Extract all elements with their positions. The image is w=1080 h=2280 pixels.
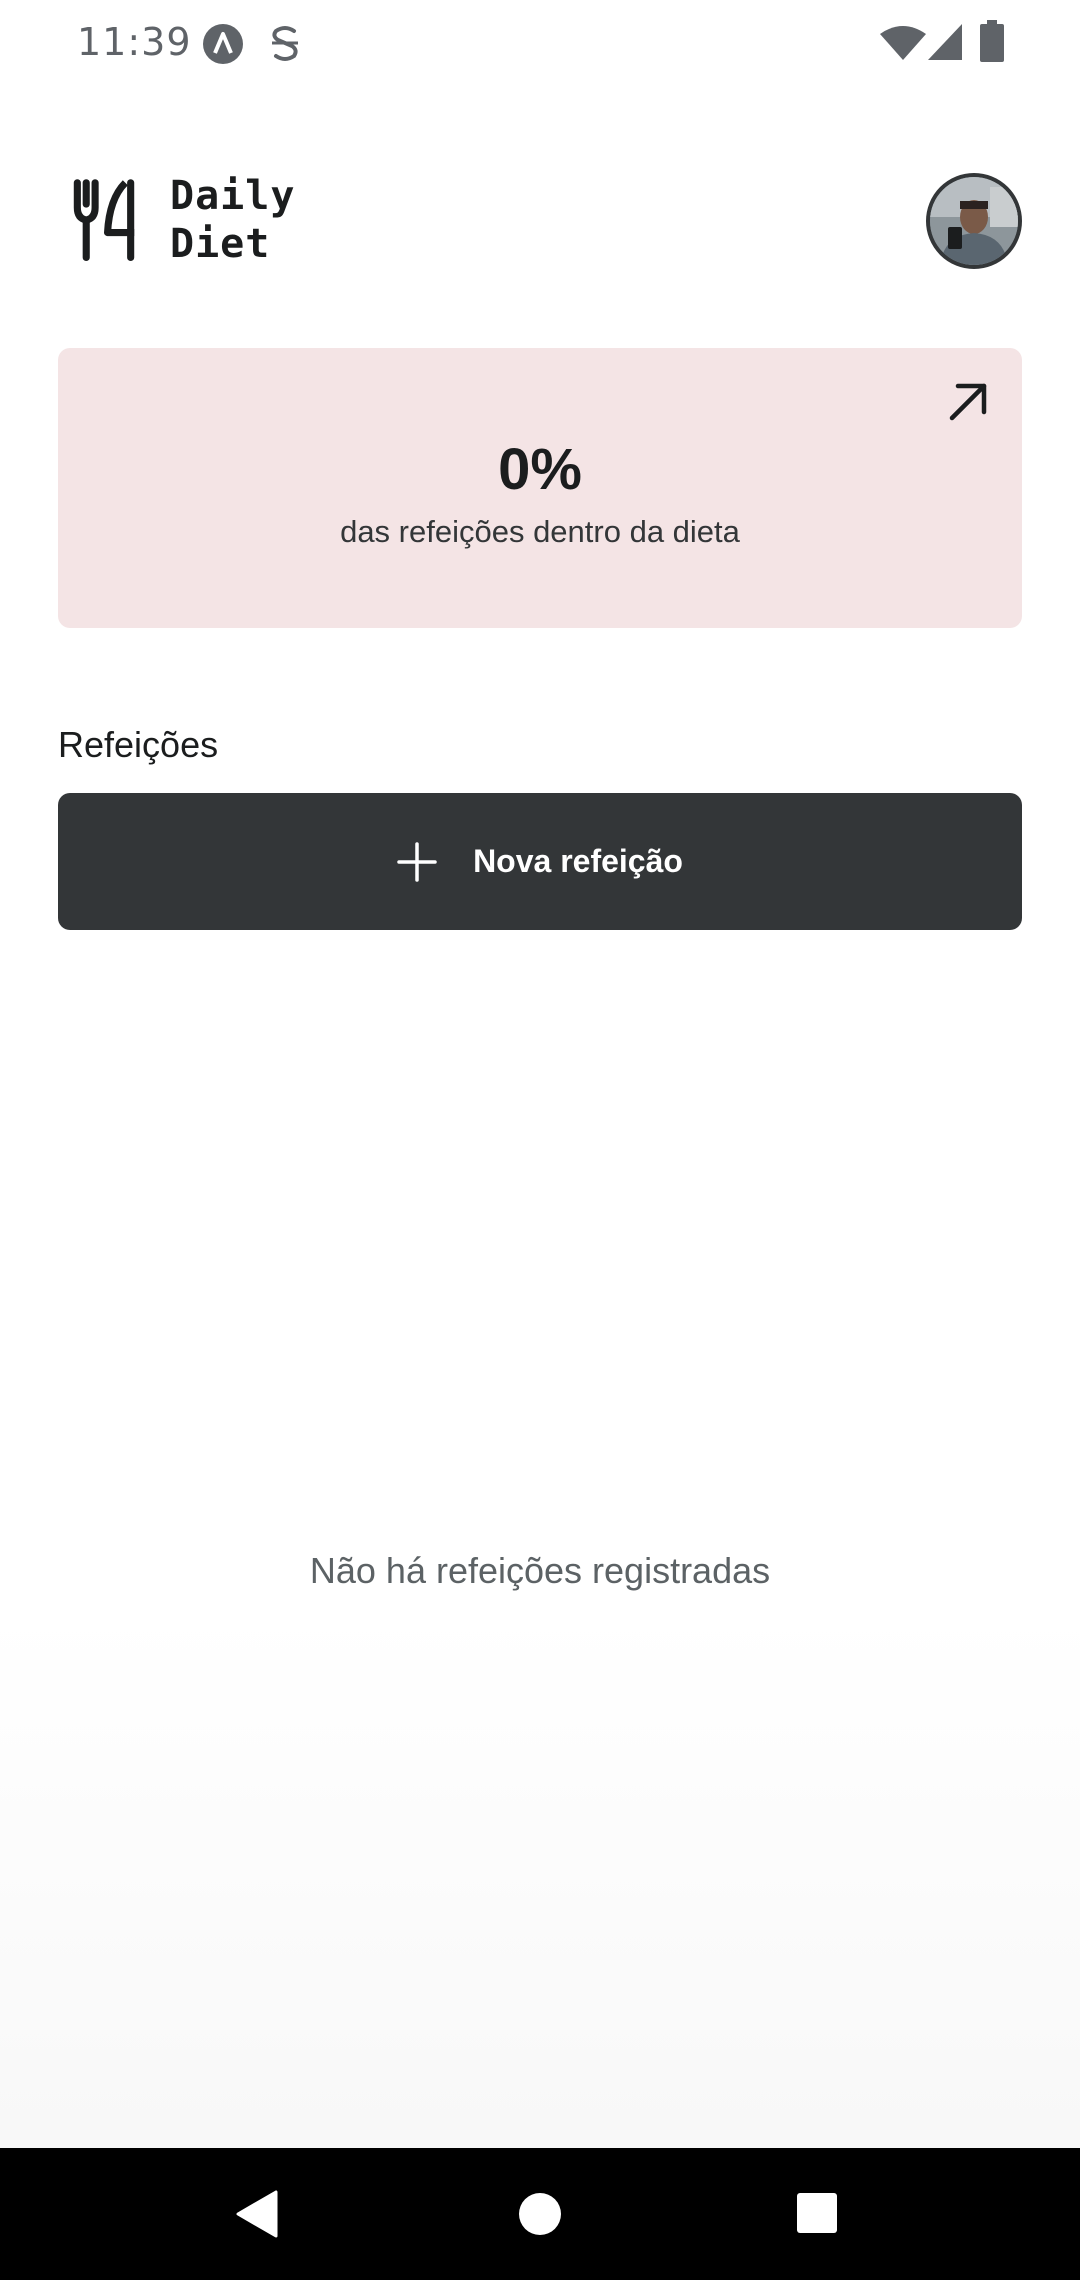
logo-icon [73, 179, 135, 261]
status-bar: 11:39 [0, 0, 1080, 90]
app-screen [0, 0, 1080, 2148]
home-icon[interactable] [518, 2192, 562, 2236]
system-nav-bar [0, 2148, 1080, 2280]
diet-stats-card[interactable]: 0% das refeições dentro da dieta [58, 348, 1022, 628]
logo-line-1: Daily [170, 173, 296, 219]
app-logo-text: Daily Diet [170, 172, 295, 268]
app-icon-a [203, 24, 243, 64]
status-time: 11:39 [77, 20, 192, 64]
signal-icon [928, 24, 962, 60]
avatar-image [930, 177, 1018, 265]
new-meal-button[interactable]: Nova refeição [58, 793, 1022, 930]
plus-icon [397, 841, 437, 882]
back-icon[interactable] [236, 2190, 280, 2238]
diet-percentage-description: das refeições dentro da dieta [340, 514, 740, 549]
app-icon-s [272, 26, 298, 61]
diet-percentage: 0% [498, 437, 582, 502]
logo-line-2: Diet [170, 221, 271, 267]
avatar[interactable] [926, 173, 1022, 269]
recents-icon[interactable] [796, 2192, 838, 2234]
new-meal-label: Nova refeição [473, 843, 683, 879]
meals-section-title: Refeições [58, 724, 219, 765]
arrow-up-right-icon[interactable] [946, 380, 990, 424]
battery-icon [980, 20, 1004, 62]
wifi-icon [880, 26, 926, 60]
empty-meals-message: Não há refeições registradas [309, 1550, 771, 1591]
